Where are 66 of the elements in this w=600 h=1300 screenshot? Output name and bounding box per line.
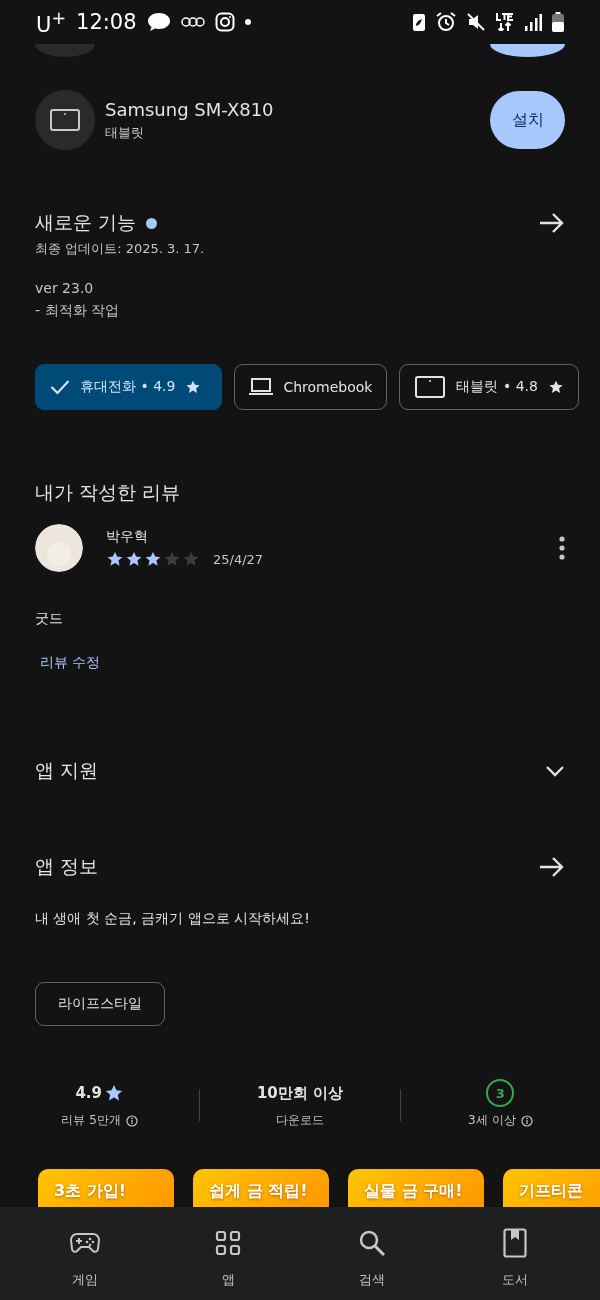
- clock-time: 12:08: [76, 10, 137, 34]
- app-description: 내 생애 첫 순금, 금캐기 앱으로 시작하세요!: [35, 910, 310, 926]
- download-count: 10만회 이상: [256, 1083, 344, 1103]
- install-button[interactable]: 설치: [490, 91, 565, 149]
- arrow-right-icon[interactable]: [539, 856, 565, 878]
- star-icon: [163, 550, 181, 568]
- edit-review-link[interactable]: 리뷰 수정: [40, 654, 101, 670]
- device-filter-chip[interactable]: Chromebook: [234, 364, 388, 410]
- rating-value: 4.9: [75, 1084, 102, 1102]
- stat-label: 리뷰 5만개: [61, 1112, 121, 1129]
- review-text: 굿드: [35, 610, 63, 626]
- tablet-icon: [414, 375, 447, 399]
- signal-icon: [524, 13, 542, 31]
- nav-tab[interactable]: 도서: [443, 1207, 587, 1300]
- review-date: 25/4/27: [213, 551, 264, 567]
- bookmark-book-icon: [503, 1228, 528, 1258]
- nav-tab[interactable]: 앱: [156, 1207, 300, 1300]
- reviewer-name: 박우혁: [106, 528, 149, 546]
- arrow-right-icon[interactable]: [539, 212, 565, 234]
- star-icon: [144, 550, 162, 568]
- device-filter-chip[interactable]: 태블릿 • 4.8: [399, 364, 579, 410]
- more-options-icon[interactable]: [559, 536, 565, 560]
- section-title: 앱 정보: [35, 854, 99, 879]
- star-icon: [103, 1083, 124, 1103]
- apps-grid-icon: [215, 1230, 242, 1256]
- nav-tab[interactable]: 검색: [300, 1207, 444, 1300]
- release-note: - 최적화 작업: [35, 302, 120, 320]
- info-icon[interactable]: [520, 1114, 533, 1127]
- alarm-icon: [436, 12, 456, 32]
- battery-saver-icon: [412, 12, 426, 32]
- star-icon: [182, 550, 200, 568]
- update-date: 최종 업데이트: 2025. 3. 17.: [35, 241, 205, 256]
- stat-label: 3세 이상: [468, 1112, 516, 1129]
- chevron-down-icon[interactable]: [545, 765, 565, 777]
- info-icon[interactable]: [125, 1114, 138, 1127]
- nav-tab[interactable]: 게임: [13, 1207, 157, 1300]
- gamepad-icon: [69, 1232, 100, 1254]
- lte-signal-icon: [496, 13, 514, 31]
- ring-icon: [180, 16, 205, 28]
- chat-bubble-icon: [146, 12, 171, 32]
- device-type: 태블릿: [105, 123, 145, 142]
- camera-icon: [214, 12, 235, 32]
- check-icon: [50, 379, 70, 395]
- screenshot-caption: 기프티콘: [519, 1181, 583, 1202]
- laptop-icon: [249, 378, 274, 396]
- category-chip[interactable]: 라이프스타일: [35, 982, 165, 1026]
- tablet-icon: [49, 108, 81, 132]
- section-title: 내가 작성한 리뷰: [35, 480, 181, 505]
- section-title: 새로운 기능: [35, 210, 137, 235]
- carrier-name: U$^{+}$: [36, 7, 67, 37]
- star-icon: [125, 550, 143, 568]
- dot-icon: [244, 19, 251, 25]
- search-icon: [357, 1229, 386, 1257]
- avatar: [35, 524, 83, 572]
- release-note: ver 23.0: [35, 280, 95, 296]
- stat-label: 다운로드: [276, 1112, 324, 1129]
- star-icon: [106, 550, 124, 568]
- device-name: Samsung SM-X810: [105, 98, 275, 120]
- mute-icon: [466, 12, 486, 32]
- section-title: 앱 지원: [35, 758, 99, 783]
- screenshot-caption: 3초 가입!: [54, 1181, 126, 1202]
- screenshot-caption: 실물 금 구매!: [364, 1181, 463, 1202]
- device-filter-chip[interactable]: 휴대전화 • 4.9: [35, 364, 223, 410]
- screenshot-caption: 쉽게 금 적립!: [209, 1181, 308, 1202]
- battery-icon: [552, 12, 564, 32]
- age-rating-badge: 3: [486, 1079, 515, 1107]
